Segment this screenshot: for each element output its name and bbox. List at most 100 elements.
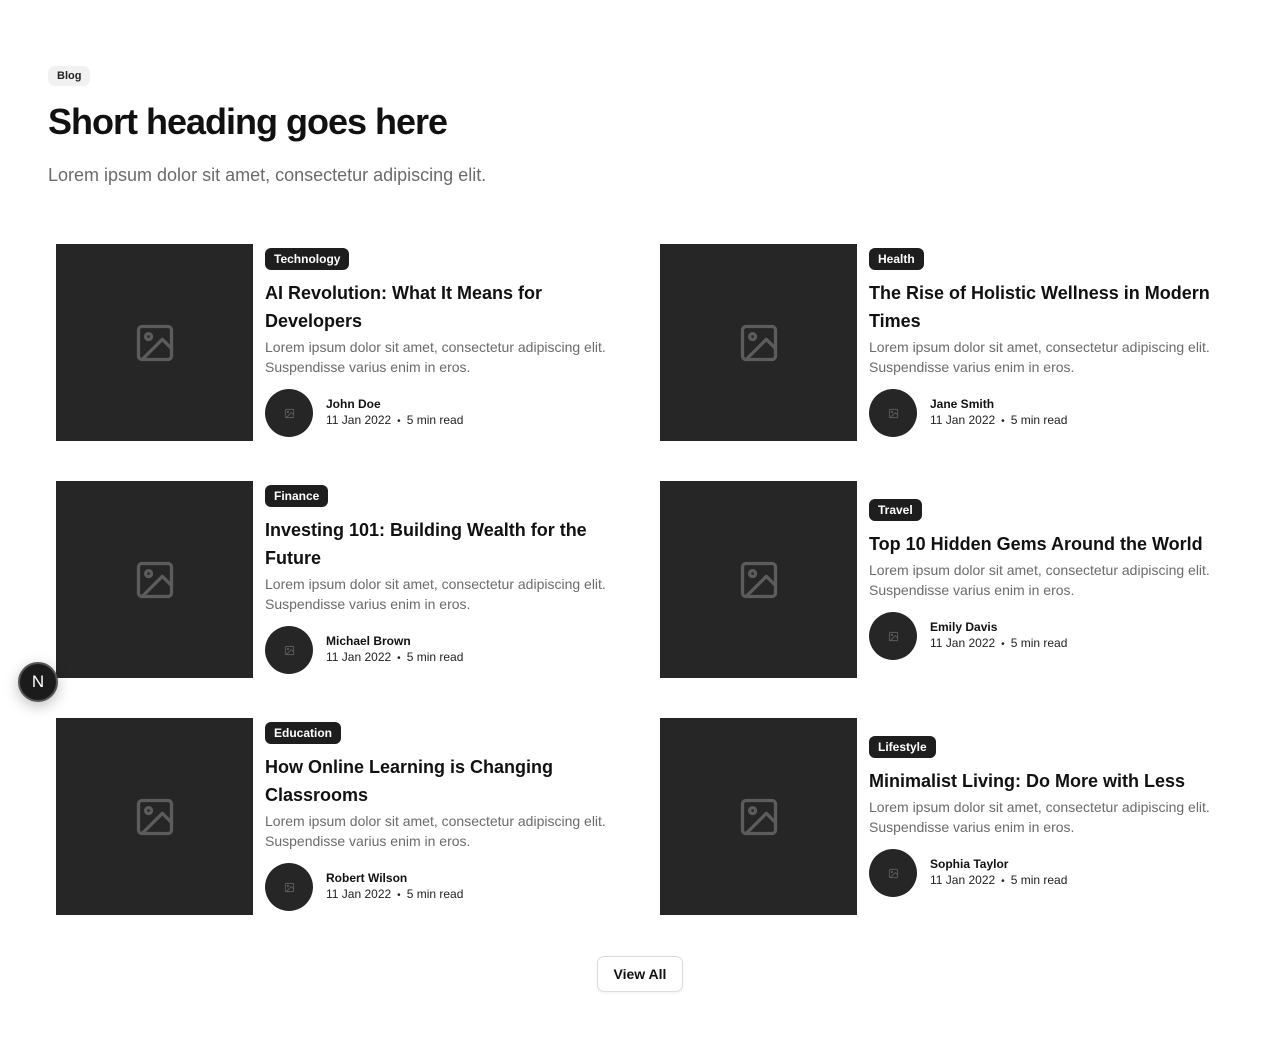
post-body: Technology AI Revolution: What It Means …	[253, 248, 608, 437]
post-thumbnail[interactable]	[56, 244, 253, 441]
image-placeholder-icon	[284, 408, 294, 418]
post-thumbnail[interactable]	[660, 718, 857, 915]
post-card[interactable]: Health The Rise of Holistic Wellness in …	[660, 244, 1220, 441]
view-all-button[interactable]: View All	[597, 956, 683, 992]
image-placeholder-icon	[740, 798, 777, 835]
author-avatar	[265, 389, 313, 437]
image-placeholder-icon	[284, 645, 294, 655]
date-line: 11 Jan 2022 • 5 min read	[930, 635, 1067, 653]
post-date: 11 Jan 2022	[326, 413, 392, 427]
read-time: 5 min read	[1010, 873, 1068, 887]
post-title[interactable]: AI Revolution: What It Means for Develop…	[265, 279, 608, 335]
author-avatar	[869, 389, 917, 437]
date-line: 11 Jan 2022 • 5 min read	[326, 886, 463, 904]
author-name: Robert Wilson	[326, 871, 408, 885]
date-line: 11 Jan 2022 • 5 min read	[930, 412, 1067, 430]
post-excerpt: Lorem ipsum dolor sit amet, consectetur …	[869, 339, 1210, 375]
separator-dot: •	[397, 416, 401, 427]
post-thumbnail[interactable]	[660, 481, 857, 678]
read-time: 5 min read	[406, 650, 464, 664]
section-header: Blog Short heading goes here Lorem ipsum…	[48, 66, 748, 188]
post-card[interactable]: Education How Online Learning is Changin…	[56, 718, 616, 915]
read-time: 5 min read	[406, 413, 464, 427]
read-time: 5 min read	[406, 887, 464, 901]
separator-dot: •	[1001, 876, 1005, 887]
post-body: Travel Top 10 Hidden Gems Around the Wor…	[857, 499, 1212, 660]
post-card[interactable]: Finance Investing 101: Building Wealth f…	[56, 481, 616, 678]
read-time: 5 min read	[1010, 413, 1068, 427]
tagline: Blog	[48, 66, 91, 86]
post-thumbnail[interactable]	[660, 244, 857, 441]
post-thumbnail[interactable]	[56, 718, 253, 915]
date-line: 11 Jan 2022 • 5 min read	[930, 872, 1067, 890]
author-avatar	[869, 849, 917, 897]
image-placeholder-icon	[888, 408, 898, 418]
post-excerpt: Lorem ipsum dolor sit amet, consectetur …	[265, 576, 606, 612]
image-placeholder-icon	[888, 631, 898, 641]
image-placeholder-icon	[888, 868, 898, 878]
post-body: Health The Rise of Holistic Wellness in …	[857, 248, 1212, 437]
post-body: Education How Online Learning is Changin…	[253, 722, 608, 911]
author-avatar	[869, 612, 917, 660]
post-title[interactable]: Investing 101: Building Wealth for the F…	[265, 516, 608, 572]
post-meta: Robert Wilson 11 Jan 2022 • 5 min read	[265, 863, 608, 911]
post-card[interactable]: Travel Top 10 Hidden Gems Around the Wor…	[660, 481, 1220, 678]
separator-dot: •	[397, 890, 401, 901]
post-title[interactable]: How Online Learning is Changing Classroo…	[265, 753, 608, 809]
post-card[interactable]: Technology AI Revolution: What It Means …	[56, 244, 616, 441]
author-avatar	[265, 626, 313, 674]
post-date: 11 Jan 2022	[326, 650, 392, 664]
date-line: 11 Jan 2022 • 5 min read	[326, 412, 463, 430]
image-placeholder-icon	[284, 882, 294, 892]
author-name: Emily Davis	[930, 620, 998, 634]
author-name: John Doe	[326, 397, 381, 411]
meta-text: John Doe 11 Jan 2022 • 5 min read	[326, 396, 463, 430]
post-title[interactable]: Top 10 Hidden Gems Around the World	[869, 530, 1212, 558]
category-badge: Education	[265, 722, 342, 744]
category-badge: Travel	[869, 499, 922, 521]
separator-dot: •	[397, 653, 401, 664]
nextjs-dev-badge[interactable]: N	[18, 662, 58, 702]
meta-text: Robert Wilson 11 Jan 2022 • 5 min read	[326, 870, 463, 904]
author-avatar	[265, 863, 313, 911]
post-title[interactable]: The Rise of Holistic Wellness in Modern …	[869, 279, 1212, 335]
post-meta: Sophia Taylor 11 Jan 2022 • 5 min read	[869, 849, 1212, 897]
post-date: 11 Jan 2022	[930, 413, 996, 427]
meta-text: Emily Davis 11 Jan 2022 • 5 min read	[930, 619, 1067, 653]
post-excerpt: Lorem ipsum dolor sit amet, consectetur …	[869, 799, 1210, 835]
image-placeholder-icon	[136, 324, 173, 361]
post-date: 11 Jan 2022	[326, 887, 392, 901]
post-title[interactable]: Minimalist Living: Do More with Less	[869, 767, 1212, 795]
image-placeholder-icon	[740, 561, 777, 598]
post-excerpt: Lorem ipsum dolor sit amet, consectetur …	[265, 339, 606, 375]
author-name: Sophia Taylor	[930, 857, 1009, 871]
read-time: 5 min read	[1010, 636, 1068, 650]
image-placeholder-icon	[136, 561, 173, 598]
category-badge: Health	[869, 248, 924, 270]
post-card[interactable]: Lifestyle Minimalist Living: Do More wit…	[660, 718, 1220, 915]
post-meta: Emily Davis 11 Jan 2022 • 5 min read	[869, 612, 1212, 660]
section-subheading: Lorem ipsum dolor sit amet, consectetur …	[48, 165, 487, 185]
image-placeholder-icon	[740, 324, 777, 361]
post-body: Lifestyle Minimalist Living: Do More wit…	[857, 736, 1212, 897]
post-date: 11 Jan 2022	[930, 636, 996, 650]
post-excerpt: Lorem ipsum dolor sit amet, consectetur …	[869, 562, 1210, 598]
category-badge: Finance	[265, 485, 329, 507]
section-heading: Short heading goes here	[48, 101, 448, 142]
post-date: 11 Jan 2022	[930, 873, 996, 887]
separator-dot: •	[1001, 639, 1005, 650]
post-meta: John Doe 11 Jan 2022 • 5 min read	[265, 389, 608, 437]
post-excerpt: Lorem ipsum dolor sit amet, consectetur …	[265, 813, 606, 849]
post-meta: Michael Brown 11 Jan 2022 • 5 min read	[265, 626, 608, 674]
meta-text: Michael Brown 11 Jan 2022 • 5 min read	[326, 633, 463, 667]
category-badge: Technology	[265, 248, 350, 270]
image-placeholder-icon	[136, 798, 173, 835]
meta-text: Jane Smith 11 Jan 2022 • 5 min read	[930, 396, 1067, 430]
post-thumbnail[interactable]	[56, 481, 253, 678]
date-line: 11 Jan 2022 • 5 min read	[326, 649, 463, 667]
blog-section: Blog Short heading goes here Lorem ipsum…	[0, 0, 1280, 1057]
author-name: Michael Brown	[326, 634, 411, 648]
post-grid: Technology AI Revolution: What It Means …	[56, 244, 1224, 915]
category-badge: Lifestyle	[869, 736, 936, 758]
post-meta: Jane Smith 11 Jan 2022 • 5 min read	[869, 389, 1212, 437]
